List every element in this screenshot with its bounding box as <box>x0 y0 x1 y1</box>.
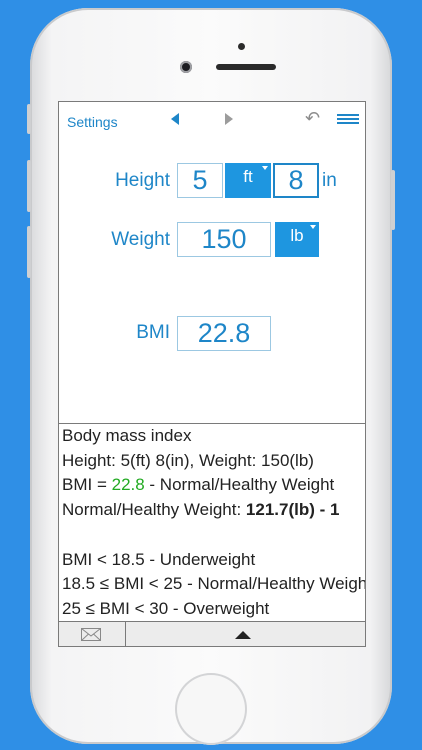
weight-input[interactable]: 150 <box>177 222 271 257</box>
feet-unit-button[interactable]: ft <box>225 163 271 198</box>
weight-unit-label: lb <box>290 226 304 245</box>
height-inches-input[interactable]: 8 <box>273 163 319 198</box>
bottom-bar <box>59 621 365 646</box>
bmi-value-text: 22.8 <box>111 475 145 495</box>
height-feet-input[interactable]: 5 <box>177 163 223 198</box>
category-overweight: 25 ≤ BMI < 30 - Overweight <box>62 598 270 618</box>
bmi-result: 22.8 <box>177 316 271 351</box>
proximity-sensor <box>238 43 245 50</box>
weight-label: Weight <box>111 229 170 250</box>
category-normal: 18.5 ≤ BMI < 25 - Normal/Healthy Weight <box>62 574 365 594</box>
mail-button[interactable] <box>59 622 126 646</box>
hamburger-menu-icon[interactable] <box>337 114 359 124</box>
caret-down-icon <box>310 225 316 229</box>
bmi-prefix: BMI = <box>62 475 112 495</box>
home-button <box>175 673 247 745</box>
info-title: Body mass index <box>62 426 192 445</box>
height-label: Height <box>115 170 170 191</box>
undo-icon[interactable]: ↶ <box>305 108 320 129</box>
app-screen: Settings ↶ Height 5 ft 8 in Weight 150 l… <box>58 101 366 647</box>
info-summary: Height: 5(ft) 8(in), Weight: 150(lb) <box>62 450 314 470</box>
toolbar: Settings ↶ <box>59 102 365 140</box>
feet-unit-label: ft <box>243 167 253 186</box>
volume-up-button <box>27 160 31 212</box>
volume-down-button <box>27 226 31 278</box>
weight-unit-button[interactable]: lb <box>275 222 319 257</box>
bmi-info-panel[interactable]: Body mass index Height: 5(ft) 8(in), Wei… <box>59 423 365 622</box>
inches-unit-label: in <box>322 170 337 191</box>
earpiece-speaker <box>216 64 276 70</box>
front-camera <box>180 61 192 73</box>
caret-down-icon <box>262 166 268 170</box>
range-value: 121.7(lb) - 1 <box>245 500 340 520</box>
range-prefix: Normal/Healthy Weight: <box>62 500 246 520</box>
info-spacer <box>59 523 365 548</box>
triangle-left-icon[interactable] <box>171 113 179 125</box>
mail-icon <box>81 628 101 641</box>
bmi-category-text: - Normal/Healthy Weight <box>144 475 335 495</box>
info-bmi-line: BMI = 22.8 - Normal/Healthy Weight <box>59 473 365 498</box>
bmi-label: BMI <box>136 322 170 343</box>
triangle-up-icon[interactable] <box>235 631 251 639</box>
category-underweight: BMI < 18.5 - Underweight <box>62 549 256 569</box>
power-button <box>391 170 395 230</box>
triangle-right-icon[interactable] <box>225 113 233 125</box>
info-range-line: Normal/Healthy Weight: 121.7(lb) - 1 <box>59 498 365 523</box>
mute-switch <box>27 104 31 134</box>
settings-button[interactable]: Settings <box>67 114 118 130</box>
